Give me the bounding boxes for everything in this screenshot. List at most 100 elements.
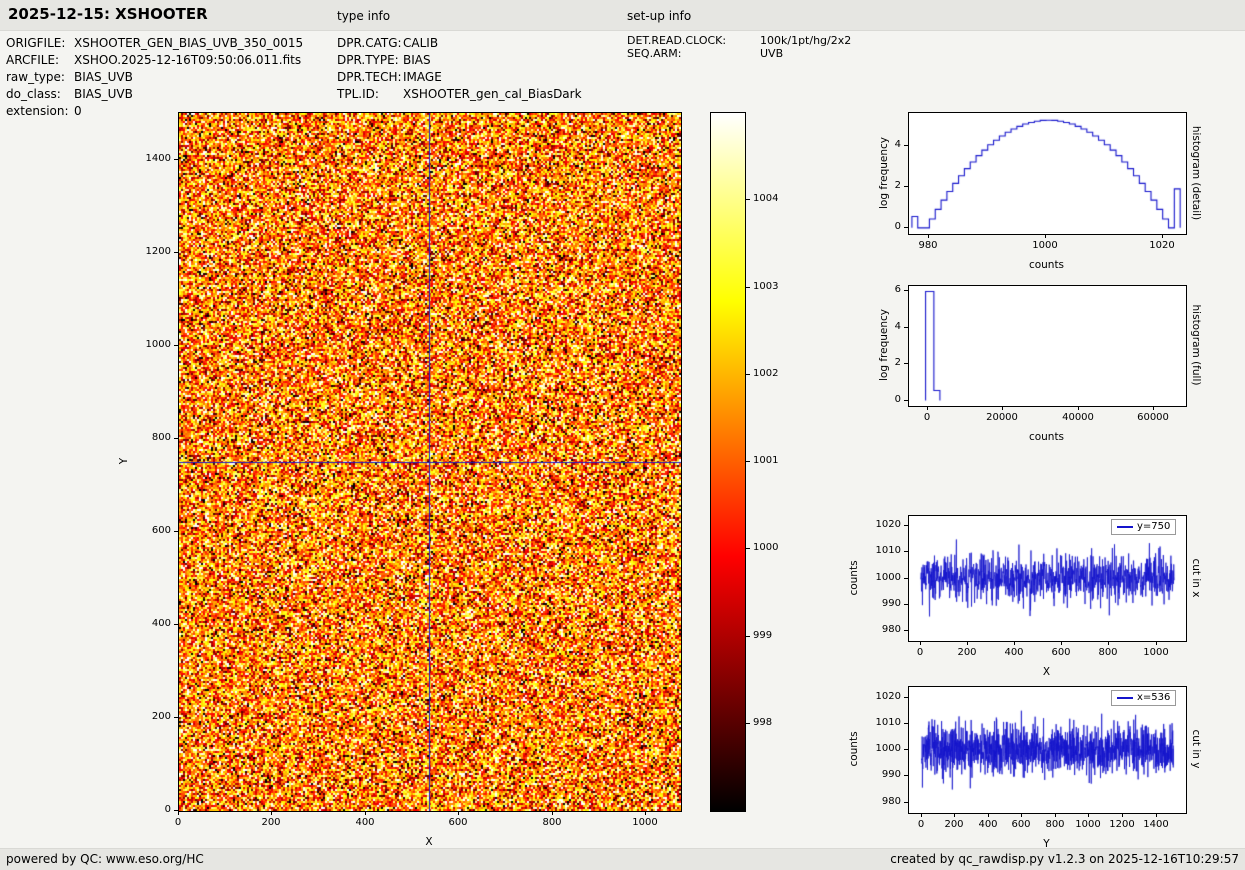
histogram_full-canvas (909, 286, 1186, 406)
histogram_detail-xtick-label: 1000 (1025, 240, 1065, 252)
main_image-xtick-label: 400 (345, 817, 385, 829)
cut_in_y-ytick-label: 1020 (865, 691, 901, 703)
meta-value: UVB (760, 47, 783, 60)
cut_in_y-ytick-mark (904, 697, 908, 698)
main_image-xtick-mark (645, 811, 646, 815)
meta-row-arcfile: ARCFILE: XSHOO.2025-12-16T09:50:06.011.f… (6, 52, 303, 69)
colorbar-tick-mark (746, 548, 750, 549)
histogram_full-xtick-mark (1078, 406, 1079, 410)
main_image-ytick-mark (174, 159, 178, 160)
meta-row-dpr-type: DPR.TYPE: BIAS (337, 52, 582, 69)
footer-qc-link[interactable]: powered by QC: www.eso.org/HC (6, 849, 204, 869)
histogram_full-xtick-label: 40000 (1058, 412, 1098, 424)
main_image-ytick-label: 1000 (135, 339, 171, 351)
histogram_full-xtick-mark (1002, 406, 1003, 410)
cut_in_x-xtick-label: 800 (1088, 647, 1128, 659)
cut_in_x-xtick-mark (920, 641, 921, 645)
cut_in_y-xlabel: Y (1007, 838, 1087, 850)
cut_in_y-ytick-mark (904, 775, 908, 776)
meta-value: XSHOOTER_gen_cal_BiasDark (403, 86, 582, 103)
cut_in_y-xtick-mark (954, 813, 955, 817)
main_image-ytick-label: 200 (135, 711, 171, 723)
colorbar-tick-label: 998 (753, 717, 787, 729)
colorbar-tick-label: 1004 (753, 193, 787, 205)
meta-value: XSHOOTER_GEN_BIAS_UVB_350_0015 (74, 35, 303, 52)
colorbar-tick-label: 1003 (753, 281, 787, 293)
cut_in_x-ytick-label: 980 (865, 624, 901, 636)
meta-value: CALIB (403, 35, 438, 52)
cut_in_y-xtick-mark (921, 813, 922, 817)
file-info-block: ORIGFILE: XSHOOTER_GEN_BIAS_UVB_350_0015… (6, 35, 303, 120)
cut_in_x-ytick-label: 1020 (865, 519, 901, 531)
setup-info-header: set-up info (627, 9, 691, 23)
histogram_detail-ytick-mark (904, 145, 908, 146)
meta-row-dpr-catg: DPR.CATG: CALIB (337, 35, 582, 52)
histogram_detail-xtick-mark (1162, 234, 1163, 238)
cut_in_y-xtick-mark (988, 813, 989, 817)
main_image-ylabel: Y (118, 458, 130, 464)
cut_in_y-xtick-mark (1122, 813, 1123, 817)
cut_in_y-xtick-mark (1021, 813, 1022, 817)
colorbar-tick-mark (746, 636, 750, 637)
cut_in_x-legend: y=750 (1111, 519, 1176, 535)
meta-row-seq-arm: SEQ.ARM: UVB (627, 47, 851, 60)
meta-label: DPR.TECH: (337, 69, 403, 86)
cut_in_y-ytick-label: 1000 (865, 743, 901, 755)
meta-row-tpl-id: TPL.ID: XSHOOTER_gen_cal_BiasDark (337, 86, 582, 103)
histogram_detail-xtick-label: 1020 (1142, 240, 1182, 252)
cut_in_y-xtick-mark (1055, 813, 1056, 817)
cut_in_x-xtick-mark (967, 641, 968, 645)
histogram_full-ylabel: log frequency (878, 309, 890, 381)
main_image-xtick-label: 0 (158, 817, 198, 829)
cut_in_y-ytick-mark (904, 723, 908, 724)
main_image-ytick-mark (174, 624, 178, 625)
meta-row-origfile: ORIGFILE: XSHOOTER_GEN_BIAS_UVB_350_0015 (6, 35, 303, 52)
histogram_full-ytick-mark (904, 363, 908, 364)
colorbar (710, 112, 746, 812)
meta-label: SEQ.ARM: (627, 47, 760, 60)
main_image-canvas (179, 113, 681, 811)
cut_in_x-legend-label: y=750 (1137, 521, 1170, 533)
colorbar-tick-label: 1001 (753, 455, 787, 467)
cut_in_y-legend-label: x=536 (1137, 692, 1170, 704)
cut_in_y-legend-line-swatch (1117, 697, 1133, 699)
cut_in_x-xtick-label: 600 (1041, 647, 1081, 659)
histogram_detail-xtick-mark (1045, 234, 1046, 238)
cut_in_x-ytick-mark (904, 578, 908, 579)
main_image-xtick-label: 600 (438, 817, 478, 829)
colorbar-tick-mark (746, 374, 750, 375)
main_image-ytick-label: 600 (135, 525, 171, 537)
cut_in_x-xlabel: X (1007, 666, 1087, 678)
cut_in_y-xtick-mark (1156, 813, 1157, 817)
header-bar: 2025-12-15: XSHOOTER type info set-up in… (0, 0, 1245, 31)
histogram_detail-ytick-mark (904, 227, 908, 228)
meta-label: TPL.ID: (337, 86, 403, 103)
histogram_full-plot (908, 285, 1187, 407)
cut_in_x-ytick-mark (904, 525, 908, 526)
histogram_full-ytick-label: 0 (865, 394, 901, 406)
histogram_full-xtick-mark (927, 406, 928, 410)
histogram_detail-ytick-mark (904, 186, 908, 187)
meta-value: 100k/1pt/hg/2x2 (760, 34, 851, 47)
histogram_full-ytick-mark (904, 327, 908, 328)
meta-label: ARCFILE: (6, 52, 74, 69)
main_image-xtick-mark (458, 811, 459, 815)
cut_in_y-ytick-mark (904, 802, 908, 803)
main_image-ytick-label: 1400 (135, 153, 171, 165)
colorbar-tick-label: 1002 (753, 368, 787, 380)
cut_in_x-xtick-label: 0 (900, 647, 940, 659)
cut_in_x-legend-line-swatch (1117, 526, 1133, 528)
meta-label: raw_type: (6, 69, 74, 86)
main_image-ytick-mark (174, 438, 178, 439)
cut_in_x-ylabel: counts (848, 560, 860, 595)
histogram_full-xtick-label: 0 (907, 412, 947, 424)
footer-created-by: created by qc_rawdisp.py v1.2.3 on 2025-… (890, 849, 1239, 869)
colorbar-tick-label: 1000 (753, 542, 787, 554)
main_image-xtick-mark (271, 811, 272, 815)
main_image-ytick-mark (174, 717, 178, 718)
histogram_detail-plot (908, 112, 1187, 235)
histogram_detail-ytick-label: 0 (865, 221, 901, 233)
main_image-xtick-label: 800 (532, 817, 572, 829)
main_image-ytick-mark (174, 345, 178, 346)
colorbar-tick-mark (746, 199, 750, 200)
